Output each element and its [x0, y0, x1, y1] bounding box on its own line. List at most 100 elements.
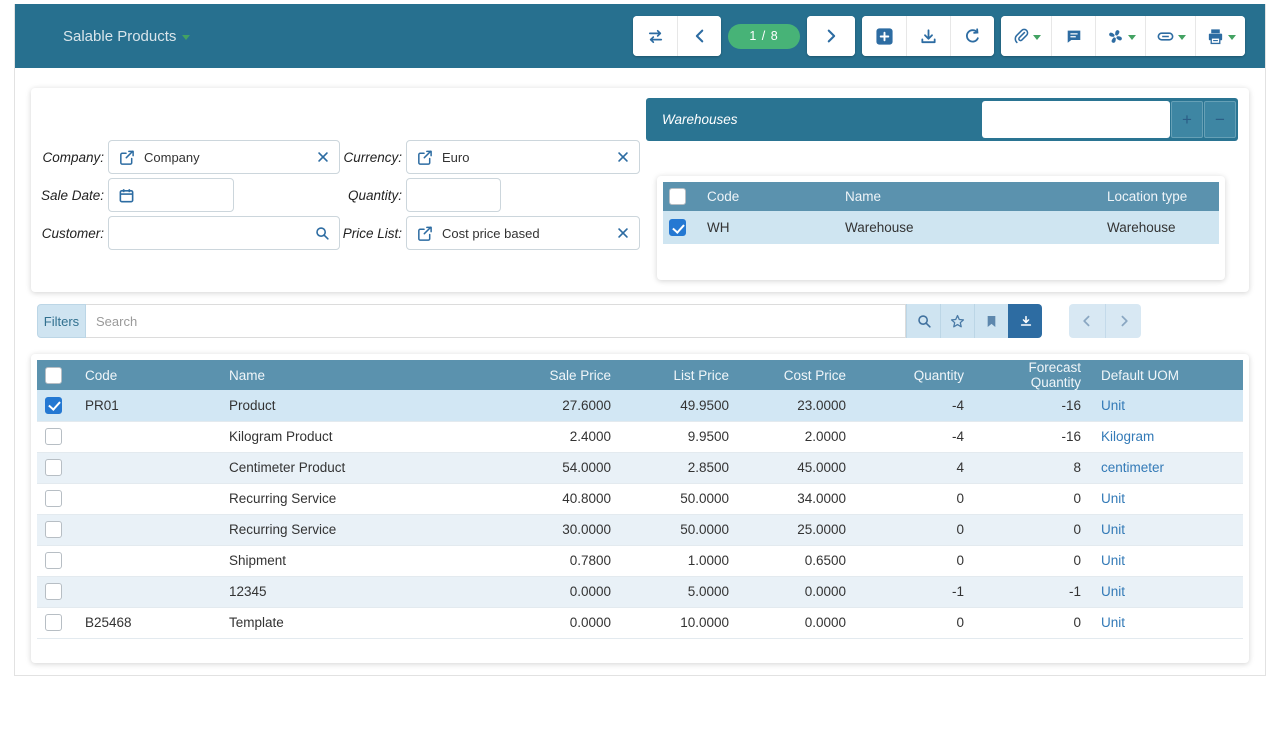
company-field[interactable]: Company	[108, 140, 340, 174]
filters-button[interactable]: Filters	[37, 304, 86, 338]
price-list-field[interactable]: Cost price based	[406, 216, 640, 250]
row-checkbox[interactable]	[45, 397, 62, 414]
warehouses-remove-button[interactable]: −	[1204, 101, 1236, 138]
uom-link[interactable]: Unit	[1101, 615, 1125, 630]
previous-record-button[interactable]	[677, 16, 721, 56]
chevron-left-icon	[1079, 313, 1095, 329]
uom-link[interactable]: Unit	[1101, 522, 1125, 537]
uom-link[interactable]: Unit	[1101, 553, 1125, 568]
previous-page-button[interactable]	[1069, 304, 1105, 338]
cell-forecast-quantity: -16	[974, 421, 1091, 452]
bookmark-button[interactable]	[974, 304, 1008, 338]
cell-name: Shipment	[219, 545, 503, 576]
table-row[interactable]: PR01 Product 27.6000 49.9500 23.0000 -4 …	[37, 390, 1243, 421]
table-row[interactable]: B25468 Template 0.0000 10.0000 0.0000 0 …	[37, 607, 1243, 638]
customer-input[interactable]	[118, 217, 305, 249]
calendar-icon[interactable]	[118, 187, 135, 204]
row-checkbox[interactable]	[45, 521, 62, 538]
table-row[interactable]: Recurring Service 30.0000 50.0000 25.000…	[37, 514, 1243, 545]
clear-icon[interactable]	[316, 150, 330, 164]
quantity-input[interactable]	[416, 179, 491, 211]
action-caret-icon	[1128, 35, 1136, 40]
cell-cost-price: 0.6500	[739, 545, 856, 576]
view-title-menu[interactable]: Salable Products	[63, 28, 190, 45]
switch-view-button[interactable]	[633, 16, 677, 56]
open-record-icon[interactable]	[118, 149, 135, 166]
table-row[interactable]: Centimeter Product 54.0000 2.8500 45.000…	[37, 452, 1243, 483]
select-all-checkbox[interactable]	[669, 188, 686, 205]
uom-link[interactable]: Kilogram	[1101, 429, 1154, 444]
table-row[interactable]: 12345 0.0000 5.0000 0.0000 -1 -1 Unit	[37, 576, 1243, 607]
cell-cost-price: 0.0000	[739, 607, 856, 638]
attachment-button[interactable]	[1001, 16, 1051, 56]
row-checkbox[interactable]	[45, 428, 62, 445]
warehouses-filter-input[interactable]	[982, 101, 1170, 138]
attachment-icon	[1012, 27, 1030, 45]
form-panel: Company: Company Currency:	[31, 88, 1249, 292]
warehouses-add-button[interactable]: +	[1171, 101, 1203, 138]
next-page-button[interactable]	[1105, 304, 1141, 338]
cell-cost-price: 25.0000	[739, 514, 856, 545]
sale-date-field[interactable]	[108, 178, 234, 212]
new-record-button[interactable]	[862, 16, 906, 56]
column-header[interactable]: Default UOM	[1091, 360, 1243, 390]
open-record-icon[interactable]	[416, 225, 433, 242]
currency-field[interactable]: Euro	[406, 140, 640, 174]
favorite-button[interactable]	[940, 304, 974, 338]
row-checkbox[interactable]	[45, 459, 62, 476]
open-record-icon[interactable]	[416, 149, 433, 166]
action-button[interactable]	[1095, 16, 1145, 56]
note-button[interactable]	[1051, 16, 1095, 56]
cell-code	[75, 483, 219, 514]
uom-link[interactable]: Unit	[1101, 398, 1125, 413]
clear-icon[interactable]	[616, 226, 630, 240]
cell-list-price: 2.8500	[621, 452, 739, 483]
column-header[interactable]: Name	[839, 182, 1101, 211]
row-checkbox[interactable]	[45, 490, 62, 507]
uom-link[interactable]: Unit	[1101, 584, 1125, 599]
column-header[interactable]: Quantity	[856, 360, 974, 390]
column-header[interactable]: Name	[219, 360, 503, 390]
row-checkbox[interactable]	[669, 219, 686, 236]
search-input[interactable]	[86, 304, 906, 338]
row-checkbox[interactable]	[45, 583, 62, 600]
clear-icon[interactable]	[616, 150, 630, 164]
warehouse-row[interactable]: WH Warehouse Warehouse	[663, 211, 1219, 244]
table-row[interactable]: Recurring Service 40.8000 50.0000 34.000…	[37, 483, 1243, 514]
column-header[interactable]: List Price	[621, 360, 739, 390]
search-icon[interactable]	[314, 225, 330, 241]
cell-quantity: -4	[856, 390, 974, 421]
cell-list-price: 9.9500	[621, 421, 739, 452]
save-button[interactable]	[906, 16, 950, 56]
export-button[interactable]	[1008, 304, 1042, 338]
table-row[interactable]: Kilogram Product 2.4000 9.9500 2.0000 -4…	[37, 421, 1243, 452]
column-header[interactable]: Code	[75, 360, 219, 390]
search-button[interactable]	[906, 304, 940, 338]
uom-link[interactable]: centimeter	[1101, 460, 1164, 475]
link-icon	[1156, 27, 1175, 46]
cell-sale-price: 54.0000	[503, 452, 621, 483]
cell-code	[75, 514, 219, 545]
column-header[interactable]: Sale Price	[503, 360, 621, 390]
relate-button[interactable]	[1145, 16, 1195, 56]
form-fields: Company: Company Currency:	[37, 138, 640, 252]
customer-field[interactable]	[108, 216, 340, 250]
column-header[interactable]: Cost Price	[739, 360, 856, 390]
column-header[interactable]: Forecast Quantity	[974, 360, 1091, 390]
warehouses-header-row: Code Name Location type	[663, 182, 1219, 211]
uom-link[interactable]: Unit	[1101, 491, 1125, 506]
row-checkbox[interactable]	[45, 614, 62, 631]
quantity-field[interactable]	[406, 178, 501, 212]
column-header[interactable]: Code	[701, 182, 839, 211]
print-button[interactable]	[1195, 16, 1245, 56]
refresh-button[interactable]	[950, 16, 994, 56]
select-all-checkbox[interactable]	[45, 367, 62, 384]
sale-date-input[interactable]	[144, 179, 224, 211]
column-header[interactable]: Location type	[1101, 182, 1219, 211]
cell-cost-price: 0.0000	[739, 576, 856, 607]
table-row[interactable]: Shipment 0.7800 1.0000 0.6500 0 0 Unit	[37, 545, 1243, 576]
row-checkbox[interactable]	[45, 552, 62, 569]
cell-sale-price: 27.6000	[503, 390, 621, 421]
next-record-button[interactable]	[807, 16, 855, 56]
company-value: Company	[144, 150, 307, 165]
